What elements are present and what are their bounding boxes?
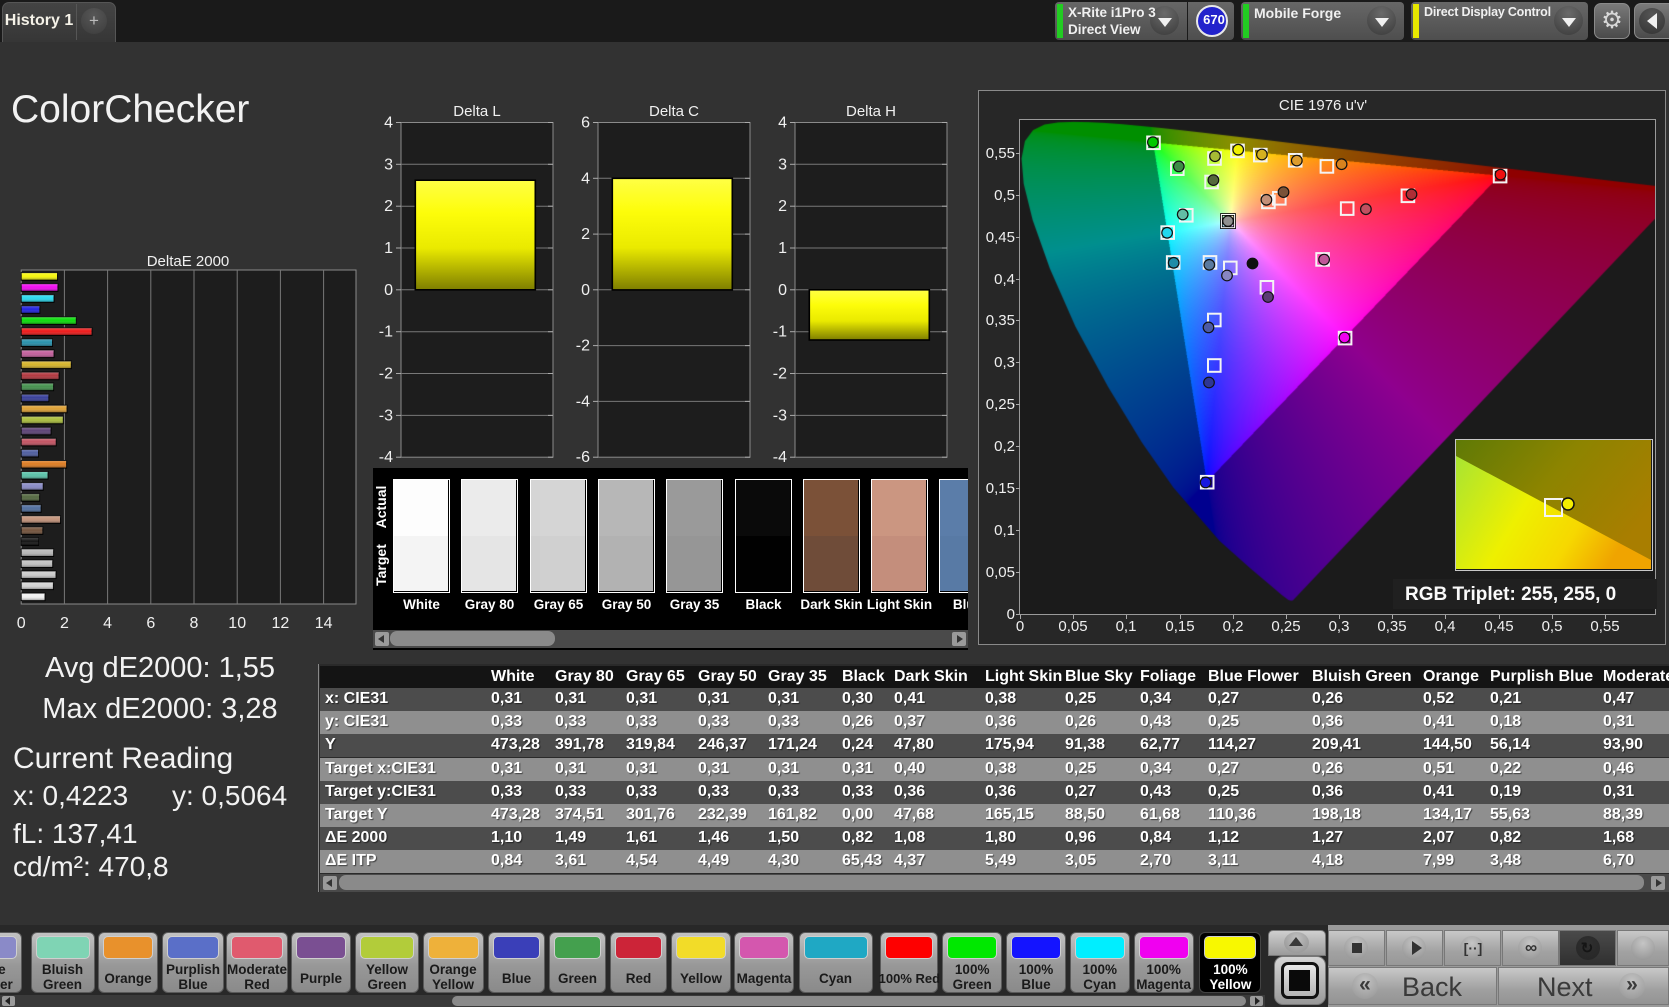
svg-text:6: 6 [581, 115, 590, 132]
svg-text:-2: -2 [773, 366, 787, 383]
svg-text:Delta C: Delta C [649, 103, 699, 120]
svg-text:2: 2 [581, 226, 590, 243]
svg-text:-4: -4 [773, 449, 787, 466]
svg-text:8: 8 [190, 615, 199, 632]
svg-text:-6: -6 [575, 449, 589, 466]
svg-text:12: 12 [272, 615, 290, 632]
svg-text:14: 14 [315, 615, 333, 632]
svg-text:-1: -1 [773, 324, 787, 341]
svg-text:2: 2 [60, 615, 69, 632]
svg-text:Delta H: Delta H [846, 103, 896, 120]
svg-text:4: 4 [103, 615, 112, 632]
svg-text:-2: -2 [575, 338, 589, 355]
svg-text:3: 3 [778, 156, 787, 173]
svg-text:-4: -4 [379, 449, 393, 466]
svg-text:0: 0 [778, 282, 787, 299]
svg-text:3: 3 [384, 156, 393, 173]
svg-text:4: 4 [778, 115, 787, 132]
svg-text:-1: -1 [379, 324, 393, 341]
svg-text:-3: -3 [773, 407, 787, 424]
svg-text:0: 0 [581, 282, 590, 299]
svg-text:0: 0 [384, 282, 393, 299]
svg-text:-4: -4 [575, 393, 589, 410]
svg-text:1: 1 [384, 240, 393, 257]
svg-text:4: 4 [581, 170, 590, 187]
svg-text:-2: -2 [379, 366, 393, 383]
svg-text:1: 1 [778, 240, 787, 257]
svg-text:DeltaE 2000: DeltaE 2000 [147, 253, 230, 270]
svg-text:6: 6 [146, 615, 155, 632]
svg-text:0: 0 [17, 615, 26, 632]
svg-text:2: 2 [384, 198, 393, 215]
svg-text:Delta L: Delta L [453, 103, 501, 120]
svg-text:2: 2 [778, 198, 787, 215]
svg-text:10: 10 [228, 615, 246, 632]
svg-text:4: 4 [384, 115, 393, 132]
svg-text:-3: -3 [379, 407, 393, 424]
